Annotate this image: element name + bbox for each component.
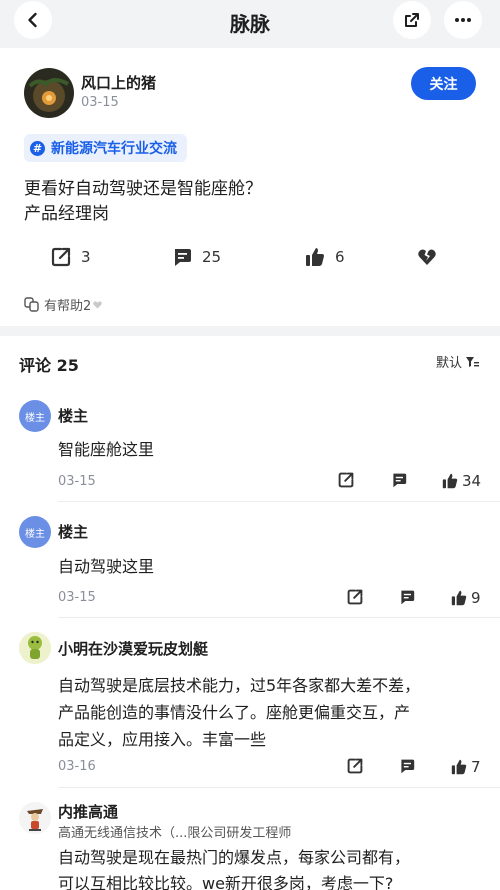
broken-heart-icon bbox=[418, 249, 436, 265]
comment-icon bbox=[393, 473, 407, 488]
section-divider bbox=[0, 326, 500, 336]
thumbs-up-icon bbox=[442, 473, 458, 489]
comment-author[interactable]: 内推高通 bbox=[58, 801, 118, 822]
comment-avatar[interactable]: 楼主 bbox=[19, 400, 51, 432]
follow-button[interactable]: 关注 bbox=[411, 67, 476, 100]
comment-icon bbox=[401, 759, 415, 774]
forward-action[interactable]: 3 bbox=[51, 245, 91, 269]
more-button[interactable] bbox=[444, 1, 482, 39]
comment-like-button[interactable]: 9 bbox=[451, 589, 481, 607]
avatar-figure bbox=[19, 802, 51, 834]
avatar-figure bbox=[19, 632, 51, 664]
post-text-line: 产品经理岗 bbox=[24, 204, 109, 224]
comment-separator bbox=[58, 787, 500, 788]
post-date: 03-15 bbox=[81, 95, 119, 110]
more-dots-icon bbox=[455, 18, 471, 22]
sort-dropdown[interactable]: 默认 bbox=[436, 352, 480, 371]
comment-separator bbox=[58, 501, 500, 502]
forward-icon bbox=[347, 589, 363, 605]
sort-label: 默认 bbox=[436, 356, 463, 371]
post-text-line: 更看好自动驾驶还是智能座舱？ bbox=[24, 179, 262, 199]
forward-count: 3 bbox=[81, 248, 91, 266]
comment-text-line: 自动驾驶是底层技术能力，过5年各家都大差不差， bbox=[58, 676, 421, 695]
comment-like-count: 9 bbox=[471, 589, 481, 607]
comment-reply-button[interactable] bbox=[391, 472, 411, 488]
comment-text-line: 产品能创造的事情没什么了。座舱更偏重交互，产 bbox=[58, 703, 411, 722]
dislike-action[interactable] bbox=[417, 245, 447, 269]
comment-author[interactable]: 楼主 bbox=[58, 405, 88, 426]
hashtag-icon: # bbox=[30, 140, 45, 156]
comment-date: 03-15 bbox=[58, 590, 96, 605]
comments-title: 评论 25 bbox=[19, 356, 79, 375]
like-count: 6 bbox=[335, 248, 345, 266]
helpful-label: 有帮助2 bbox=[44, 299, 92, 314]
share-button[interactable] bbox=[393, 1, 431, 39]
thumbs-up-icon bbox=[451, 759, 467, 775]
comment-like-count: 7 bbox=[471, 758, 481, 776]
comment-like-button[interactable]: 7 bbox=[451, 758, 481, 776]
comment-avatar[interactable]: 楼主 bbox=[19, 516, 51, 548]
topic-label: 新能源汽车行业交流 bbox=[51, 141, 177, 157]
comment-separator bbox=[58, 617, 500, 618]
helpful-button[interactable]: 有帮助2 bbox=[24, 295, 103, 314]
top-bar: 脉脉 bbox=[0, 0, 500, 48]
helpful-icon bbox=[24, 297, 39, 312]
thumbs-up-icon bbox=[306, 248, 324, 266]
comment-like-count: 34 bbox=[462, 472, 482, 490]
comment-forward-button[interactable] bbox=[347, 589, 367, 605]
comment-avatar[interactable] bbox=[19, 632, 51, 664]
like-action[interactable]: 6 bbox=[305, 245, 345, 269]
comment-text-line: 可以互相比较比较。we新开很多岗，考虑一下? bbox=[58, 874, 394, 890]
comment-date: 03-16 bbox=[58, 759, 96, 774]
comment-author[interactable]: 小明在沙漠爱玩皮划艇 bbox=[58, 638, 208, 659]
op-badge: 楼主 bbox=[25, 412, 45, 424]
comment-forward-button[interactable] bbox=[347, 758, 367, 774]
comment-like-button[interactable]: 34 bbox=[442, 472, 481, 490]
comment-author-title: 高通无线通信技术（...限公司研发工程师 bbox=[58, 826, 292, 841]
author-name[interactable]: 风口上的猪 bbox=[81, 72, 156, 93]
comment-avatar[interactable] bbox=[19, 802, 51, 834]
share-icon bbox=[405, 13, 419, 27]
comment-text-line: 自动驾驶是现在最热门的爆发点，每家公司都有， bbox=[58, 848, 411, 867]
comment-forward-button[interactable] bbox=[338, 472, 358, 488]
forward-icon bbox=[338, 472, 354, 488]
comment-reply-button[interactable] bbox=[399, 758, 419, 774]
forward-icon bbox=[347, 758, 363, 774]
comment-author[interactable]: 楼主 bbox=[58, 521, 88, 542]
thumbs-up-icon bbox=[451, 590, 467, 606]
comment-date: 03-15 bbox=[58, 474, 96, 489]
op-badge: 楼主 bbox=[25, 528, 45, 540]
comment-count: 25 bbox=[202, 248, 222, 266]
comment-text-line: 品定义，应用接入。丰富一些 bbox=[58, 730, 267, 749]
comment-text-line: 智能座舱这里 bbox=[58, 440, 155, 459]
forward-icon bbox=[51, 247, 71, 267]
topic-tag[interactable]: # 新能源汽车行业交流 bbox=[24, 134, 187, 162]
filter-icon bbox=[466, 356, 480, 367]
comment-reply-button[interactable] bbox=[399, 589, 419, 605]
author-avatar[interactable] bbox=[24, 68, 74, 118]
comment-icon bbox=[175, 249, 191, 266]
comment-text-line: 自动驾驶这里 bbox=[58, 557, 155, 576]
heart-small-icon bbox=[93, 300, 103, 309]
comment-icon bbox=[401, 590, 415, 605]
comment-action[interactable]: 25 bbox=[172, 245, 221, 269]
